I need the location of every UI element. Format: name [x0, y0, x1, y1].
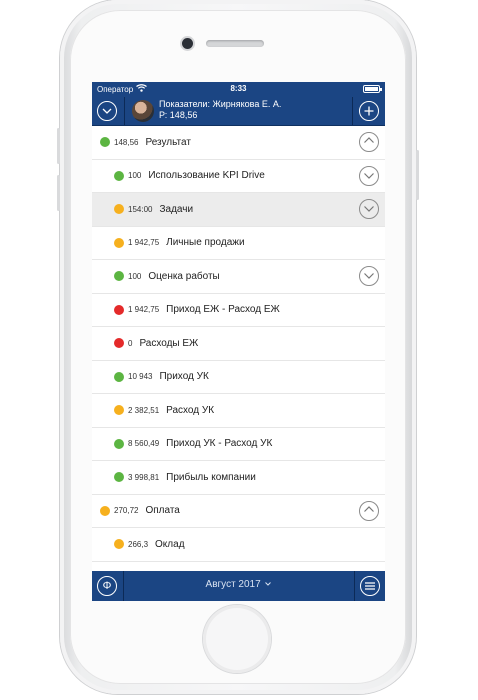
avatar [132, 100, 154, 122]
list-item[interactable]: 8 560,49 Приход УК - Расход УК [92, 428, 385, 461]
front-camera [182, 38, 193, 49]
status-dot-red [114, 304, 124, 315]
nav-bar: Показатели: Жирнякова Е. А. Р: 148,56 [92, 97, 385, 126]
status-dot-orange [100, 505, 110, 516]
kpi-value: 10 943 [128, 372, 153, 382]
kpi-label: Использование KPI Drive [148, 170, 265, 182]
kpi-label: Личные продажи [166, 237, 245, 249]
status-dot-orange [114, 237, 124, 248]
chevron-down-icon [265, 582, 272, 587]
status-dot-green [114, 170, 124, 181]
volume-button [57, 128, 60, 164]
kpi-value: 100 [128, 271, 142, 281]
status-dot-orange [114, 539, 124, 550]
kpi-value: 0 [128, 338, 133, 348]
kpi-label: Прибыль компании [166, 471, 256, 483]
list-item[interactable]: 2 382,51 Расход УК [92, 394, 385, 428]
status-dot-orange [114, 405, 124, 416]
kpi-value: 8 560,49 [128, 439, 160, 449]
chevron-down-icon[interactable] [359, 199, 379, 219]
header-title-block: Показатели: Жирнякова Е. А. Р: 148,56 [159, 99, 281, 121]
kpi-value: 154:00 [128, 204, 153, 214]
status-time: 8:33 [230, 84, 247, 93]
kpi-value: 1 942,75 [128, 238, 160, 248]
battery-icon [363, 85, 382, 93]
list-item[interactable]: 10 943 Приход УК [92, 361, 385, 394]
list-item[interactable]: 154:00 Задачи [92, 193, 385, 227]
list-item[interactable]: 3 998,81 Прибыль компании [92, 461, 385, 495]
list-item[interactable]: 100 Использование KPI Drive [92, 160, 385, 193]
status-dot-red [114, 338, 124, 349]
chevron-down-icon [102, 108, 112, 114]
kpi-list: 148,56 Результат 100 Использование KPI Driv… [92, 126, 385, 571]
earpiece-speaker [206, 40, 264, 47]
kpi-label: Приход УК - Расход УК [166, 438, 273, 450]
status-dot-green [100, 137, 110, 148]
period-label: Август 2017 [205, 579, 261, 590]
kpi-label: Результат [145, 136, 191, 148]
status-dot-orange [114, 204, 124, 215]
status-dot-green [114, 271, 124, 282]
list-item[interactable]: 266,3 Оклад [92, 528, 385, 562]
kpi-label: Задачи [159, 203, 194, 215]
menu-button[interactable] [360, 576, 380, 596]
chevron-up-icon[interactable] [359, 500, 379, 521]
page-title: Показатели: Жирнякова Е. А. [159, 99, 282, 109]
status-dot-green [114, 371, 124, 382]
kpi-value: 266,3 [128, 539, 149, 549]
kpi-value: 1 942,75 [128, 305, 160, 315]
kpi-value: 148,56 [114, 137, 139, 147]
status-bar: Оператор 8:33 [92, 82, 385, 97]
volume-button [57, 175, 60, 211]
list-item[interactable]: 0 Расходы ЕЖ [92, 327, 385, 361]
list-item[interactable]: 1 942,75 Личные продажи [92, 227, 385, 260]
menu-icon [365, 582, 375, 590]
collapse-button[interactable] [97, 101, 117, 121]
kpi-label: Приход УК [159, 371, 209, 383]
chevron-down-icon[interactable] [359, 165, 379, 186]
add-button[interactable] [359, 101, 379, 121]
kpi-label: Оклад [155, 538, 185, 550]
list-item[interactable]: 148,56 Результат [92, 126, 385, 160]
page-subtitle: Р: 148,56 [159, 110, 198, 120]
list-item[interactable]: 270,72 Оплата [92, 495, 385, 528]
kpi-value: 100 [128, 171, 142, 181]
app-screen: Оператор 8:33 Показатели: Жирнякова Е. А… [92, 82, 385, 601]
period-selector[interactable]: Август 2017 [92, 579, 385, 590]
chevron-down-icon[interactable] [359, 266, 379, 286]
plus-icon [364, 106, 374, 116]
kpi-value: 270,72 [114, 506, 139, 516]
bottom-bar: Φ Август 2017 [92, 571, 385, 601]
home-button[interactable] [203, 605, 271, 673]
kpi-value: 3 998,81 [128, 472, 160, 482]
kpi-label: Расход УК [166, 404, 215, 416]
status-dot-green [114, 472, 124, 483]
list-item[interactable]: 100 Оценка работы [92, 260, 385, 294]
list-item[interactable]: 1 942,75 Приход ЕЖ - Расход ЕЖ [92, 294, 385, 327]
status-dot-green [114, 438, 124, 449]
kpi-value: 2 382,51 [128, 405, 160, 415]
kpi-label: Расходы ЕЖ [139, 337, 199, 349]
kpi-label: Приход ЕЖ - Расход ЕЖ [166, 304, 280, 316]
chevron-up-icon[interactable] [359, 132, 379, 152]
kpi-label: Оценка работы [148, 270, 220, 282]
kpi-label: Оплата [145, 505, 180, 517]
power-button [416, 150, 419, 200]
